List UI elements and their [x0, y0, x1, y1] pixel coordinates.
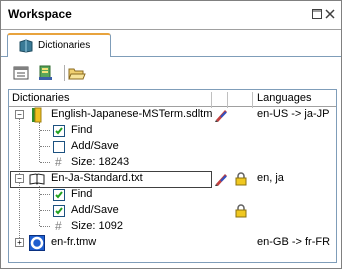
open-folder-icon[interactable] — [68, 65, 86, 81]
size-row: # Size: 18243 — [9, 155, 336, 171]
collapse-toggle[interactable]: − — [15, 174, 24, 183]
toolbar — [1, 57, 341, 87]
dictionary-name: En-Ja-Standard.txt — [51, 172, 143, 184]
dictionary-name: en-fr.tmw — [51, 236, 97, 248]
tab-label: Dictionaries — [38, 40, 91, 51]
add-save-checkbox[interactable] — [53, 141, 65, 153]
column-header-dictionaries[interactable]: Dictionaries — [12, 92, 69, 104]
maximize-icon[interactable] — [312, 9, 323, 20]
option-label: Find — [71, 188, 93, 200]
hash-icon: # — [55, 155, 62, 169]
dictionary-languages: en-GB -> fr-FR — [257, 236, 331, 248]
dictionary-languages: en, ja — [257, 172, 284, 184]
column-separator — [227, 92, 228, 108]
size-label: Size: 1092 — [71, 220, 123, 232]
add-save-checkbox[interactable] — [53, 205, 65, 217]
lifebuoy-icon — [29, 235, 45, 254]
properties-icon[interactable] — [13, 65, 31, 81]
expand-toggle[interactable]: + — [15, 238, 24, 247]
option-label: Add/Save — [71, 140, 119, 152]
collapse-toggle[interactable]: − — [15, 110, 24, 119]
option-label: Add/Save — [71, 204, 119, 216]
grid-header: Dictionaries Languages — [9, 90, 336, 108]
option-row: Find — [9, 187, 336, 203]
tab-dictionaries[interactable]: Dictionaries — [7, 33, 111, 57]
dictionary-languages: en-US -> ja-JP — [257, 108, 330, 120]
column-separator — [252, 92, 253, 108]
option-row: Add/Save — [9, 139, 336, 155]
dictionaries-grid: Dictionaries Languages − English-Japanes… — [8, 89, 337, 263]
workspace-panel: Workspace Dictionaries Dictionaries Lang… — [0, 0, 342, 269]
dictionary-name: English-Japanese-MSTerm.sdltm — [51, 108, 213, 120]
new-dictionary-icon[interactable] — [37, 65, 55, 81]
dictionary-row[interactable]: − En-Ja-Standard.txt en, ja — [9, 171, 336, 187]
find-checkbox[interactable] — [53, 125, 65, 137]
dictionary-row[interactable]: + en-fr.tmw en-GB -> fr-FR — [9, 235, 336, 251]
find-checkbox[interactable] — [53, 189, 65, 201]
size-row: # Size: 1092 — [9, 219, 336, 235]
tab-strip: Dictionaries — [1, 30, 341, 57]
panel-titlebar: Workspace — [1, 1, 341, 30]
option-row: Add/Save — [9, 203, 336, 219]
panel-title: Workspace — [8, 7, 72, 21]
size-label: Size: 18243 — [71, 156, 130, 168]
dictionary-row[interactable]: − English-Japanese-MSTerm.sdltm en-US ->… — [9, 107, 336, 123]
book-icon — [18, 39, 34, 56]
column-header-languages[interactable]: Languages — [257, 92, 311, 104]
option-label: Find — [71, 124, 93, 136]
hash-icon: # — [55, 219, 62, 233]
close-icon[interactable] — [325, 9, 336, 20]
column-separator — [211, 92, 212, 108]
toolbar-separator — [64, 65, 65, 81]
option-row: Find — [9, 123, 336, 139]
